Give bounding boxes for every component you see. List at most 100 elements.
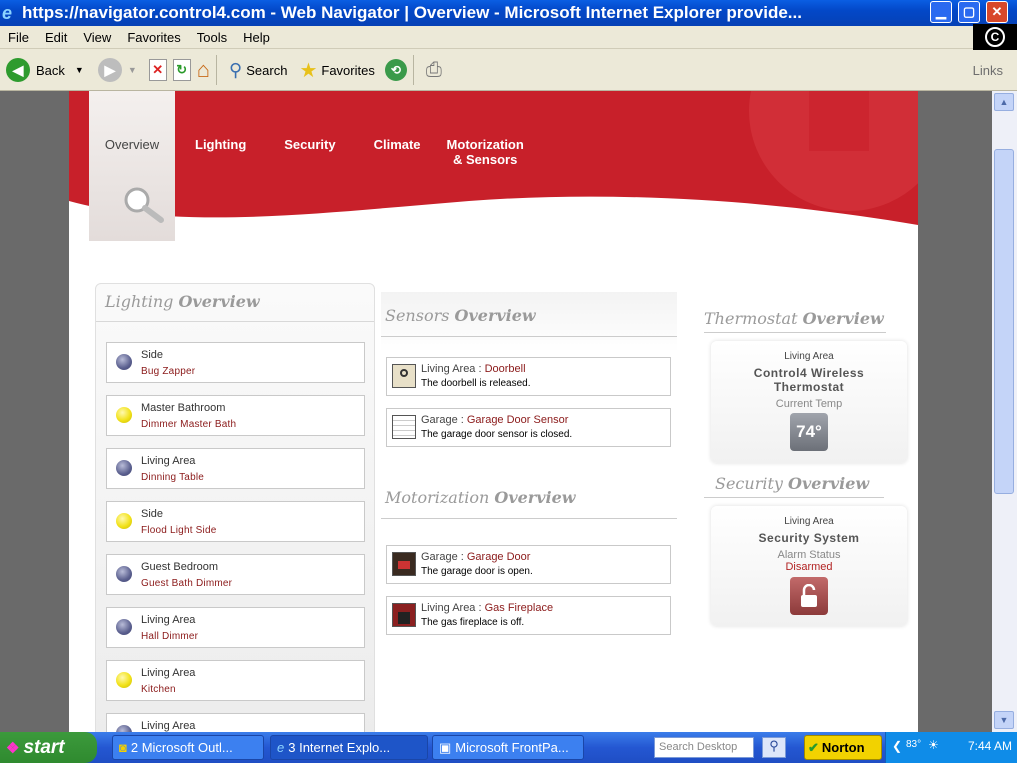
lighting-overview-title: Lighting Overview — [96, 284, 374, 322]
menu-favorites[interactable]: Favorites — [119, 30, 188, 45]
bulb-off-icon — [116, 460, 132, 476]
tab-lighting[interactable]: Lighting — [175, 91, 246, 241]
scroll-thumb[interactable] — [994, 149, 1014, 494]
light-item[interactable]: Living Area Dinning Table — [106, 448, 365, 489]
motorization-room: Garage : — [421, 551, 467, 563]
header-banner: Overview Lighting Security Climate Motor… — [69, 91, 918, 241]
taskbar: ❖ start ◙ 2 Microsoft Outl... e 3 Intern… — [0, 732, 1017, 763]
light-item[interactable]: Living Area Hall Dimmer — [106, 607, 365, 648]
light-name: Guest Bath Dimmer — [141, 578, 233, 589]
motorization-status: The gas fireplace is off. — [421, 617, 525, 628]
sensor-item[interactable]: Living Area : Doorbell The doorbell is r… — [386, 357, 671, 396]
desktop-search-icon[interactable]: ⚲ — [762, 737, 786, 758]
light-item[interactable]: Side Bug Zapper — [106, 342, 365, 383]
menu-file[interactable]: File — [0, 30, 37, 45]
light-item[interactable]: Living Area Kitchen — [106, 660, 365, 701]
bulb-off-icon — [116, 725, 132, 732]
divider — [704, 332, 886, 333]
light-name: Flood Light Side — [141, 525, 217, 536]
taskbar-frontpage[interactable]: ▣ Microsoft FrontPa... — [432, 735, 584, 760]
light-room: Living Area — [141, 455, 196, 467]
clock[interactable]: 7:44 AM — [968, 739, 1012, 753]
print-button[interactable]: ⎙ — [426, 55, 442, 85]
light-name: Dinning Table — [141, 472, 205, 483]
sensor-title: Living Area : Doorbell — [421, 363, 526, 375]
tray-temperature[interactable]: 83° — [906, 739, 921, 750]
back-arrow-icon: ◀ — [6, 58, 30, 82]
search-label: Search — [246, 62, 288, 78]
security-status: Disarmed — [785, 561, 833, 573]
search-button[interactable]: ⚲ Search — [229, 55, 287, 85]
tab-overview[interactable]: Overview — [89, 91, 175, 241]
tab-motorization-line1: Motorization — [446, 137, 524, 152]
tab-overview-label: Overview — [104, 137, 160, 152]
history-button[interactable]: ⟲ — [384, 55, 407, 85]
forward-arrow-icon: ▶ — [97, 58, 122, 82]
temperature-display[interactable]: 74° — [790, 413, 828, 451]
garage-sensor-icon — [392, 415, 416, 439]
bulb-off-icon — [116, 566, 132, 582]
home-button[interactable]: ⌂ — [197, 55, 210, 85]
scroll-up-button[interactable]: ▲ — [994, 93, 1014, 111]
scroll-down-button[interactable]: ▼ — [994, 711, 1014, 729]
favorites-button[interactable]: ★ Favorites — [299, 55, 374, 85]
unlocked-padlock-icon — [801, 584, 817, 607]
tab-motorization[interactable]: Motorization & Sensors — [421, 91, 524, 241]
light-item[interactable]: Side Flood Light Side — [106, 501, 365, 542]
bulb-off-icon — [116, 619, 132, 635]
thermostat-area: Living Area — [784, 351, 834, 362]
links-toolbar[interactable]: Links — [973, 63, 1003, 78]
sensors-overview-title: Sensors Overview — [385, 306, 536, 325]
security-card[interactable]: Living Area Security System Alarm Status… — [711, 506, 907, 626]
light-item[interactable]: Guest Bedroom Guest Bath Dimmer — [106, 554, 365, 595]
tab-climate[interactable]: Climate — [336, 91, 421, 241]
tab-security[interactable]: Security — [246, 91, 335, 241]
security-lock-button[interactable] — [790, 577, 828, 615]
light-item[interactable]: Master Bathroom Dimmer Master Bath — [106, 395, 365, 436]
start-button[interactable]: ❖ start — [0, 732, 97, 763]
tray-weather-icon[interactable]: ☀ — [928, 738, 939, 752]
back-dropdown-icon[interactable]: ▼ — [75, 65, 84, 75]
stop-button[interactable]: ✕ — [148, 55, 167, 85]
motorization-item[interactable]: Living Area : Gas Fireplace The gas fire… — [386, 596, 671, 635]
back-button[interactable]: ◀ Back ▼ — [6, 55, 84, 85]
forward-button[interactable]: ▶ ▼ — [97, 55, 137, 85]
minimize-button[interactable]: ▁ — [930, 1, 952, 23]
security-label: Alarm Status — [777, 549, 841, 561]
forward-dropdown-icon[interactable]: ▼ — [128, 65, 137, 75]
magnifier-icon — [124, 187, 164, 223]
nav-tabs: Overview Lighting Security Climate Motor… — [89, 91, 524, 241]
thermostat-device-line2: Thermostat — [773, 380, 845, 394]
light-room: Side — [141, 349, 164, 361]
menu-view[interactable]: View — [75, 30, 119, 45]
close-button[interactable]: ✕ — [986, 1, 1008, 23]
sensor-item[interactable]: Garage : Garage Door Sensor The garage d… — [386, 408, 671, 447]
windows-logo-icon: ❖ — [6, 739, 20, 757]
taskbar-internet-explorer[interactable]: e 3 Internet Explo... — [270, 735, 428, 760]
brand-logo: C — [973, 24, 1017, 50]
desktop-search-input[interactable]: Search Desktop — [654, 737, 754, 758]
ie-icon: e — [2, 3, 13, 23]
window-title-bar[interactable]: e https://navigator.control4.com - Web N… — [0, 0, 1017, 26]
divider — [704, 497, 884, 498]
refresh-button[interactable]: ↻ — [172, 55, 191, 85]
lighting-overview-panel: Lighting Overview Side Bug Zapper Master … — [95, 283, 375, 732]
motorization-overview-title: Motorization Overview — [385, 488, 576, 507]
bulb-on-icon — [116, 513, 132, 529]
vertical-scrollbar[interactable]: ▲ ▼ — [992, 91, 1017, 732]
menu-help[interactable]: Help — [235, 30, 278, 45]
maximize-button[interactable]: ▢ — [958, 1, 980, 23]
norton-button[interactable]: ✔ Norton — [804, 735, 882, 760]
norton-check-icon: ✔ — [808, 739, 819, 755]
motorization-status: The garage door is open. — [421, 566, 533, 577]
light-item[interactable]: Living Area — [106, 713, 365, 732]
menu-edit[interactable]: Edit — [37, 30, 75, 45]
taskbar-outlook[interactable]: ◙ 2 Microsoft Outl... — [112, 735, 264, 760]
system-tray: ❮ 83° ☀ 7:44 AM — [885, 732, 1017, 763]
thermostat-card[interactable]: Living Area Control4 Wireless Thermostat… — [711, 341, 907, 463]
tray-expand-icon[interactable]: ❮ — [892, 739, 902, 753]
light-name: Dimmer Master Bath — [141, 419, 237, 430]
thermostat-overview-title: Thermostat Overview — [704, 309, 884, 328]
menu-tools[interactable]: Tools — [189, 30, 235, 45]
motorization-item[interactable]: Garage : Garage Door The garage door is … — [386, 545, 671, 584]
